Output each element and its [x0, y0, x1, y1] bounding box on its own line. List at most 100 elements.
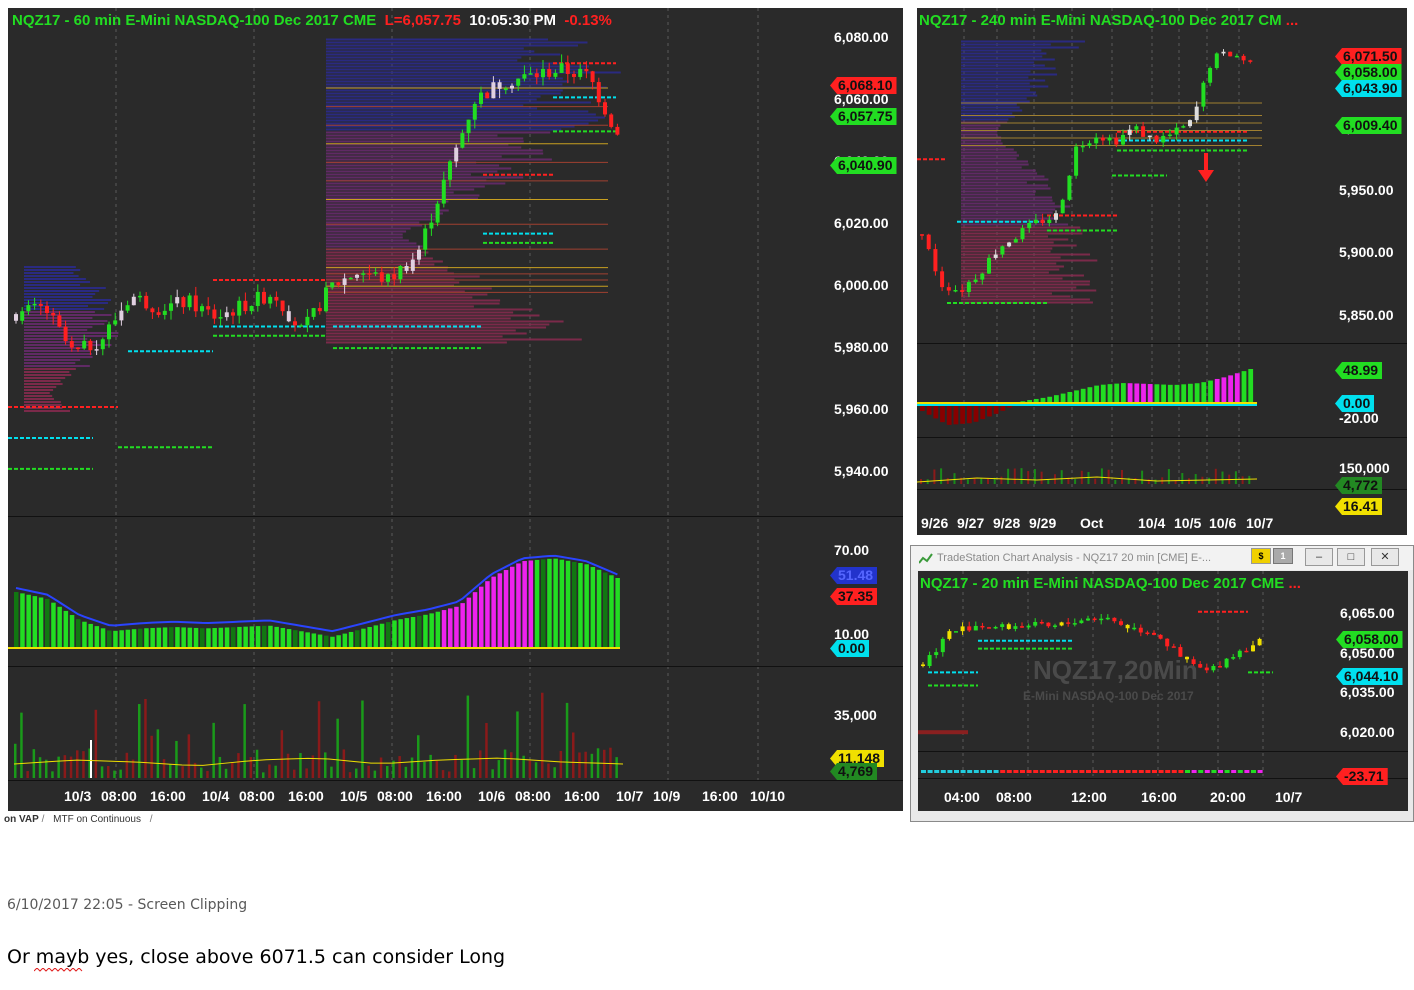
profile-bar — [961, 52, 1047, 55]
candle-body — [559, 63, 564, 73]
candle-body — [1053, 625, 1057, 627]
profile-bar — [961, 73, 1058, 76]
volume-bar — [1047, 479, 1050, 484]
oscillator-bar — [200, 628, 205, 648]
oscillator-bar — [150, 627, 155, 648]
profile-bar — [961, 133, 998, 136]
profile-bar — [326, 152, 544, 155]
profile-bar — [326, 269, 448, 272]
oscillator-bar — [1072, 770, 1078, 773]
profile-bar — [961, 214, 1043, 217]
price-tag: 4,769 — [830, 763, 878, 780]
oscillator-bar — [330, 636, 335, 648]
time-axis-label: Oct — [1080, 515, 1104, 531]
candle-body — [280, 300, 285, 312]
volume-bar — [218, 756, 222, 778]
oscillator-bar — [1086, 770, 1091, 773]
time-axis-label: 9/29 — [1029, 515, 1057, 531]
chart-240min-panel[interactable]: NQZ17 - 240 min E-Mini NASDAQ-100 Dec 20… — [917, 8, 1407, 535]
oscillator-bar — [231, 627, 236, 648]
volume-bar — [94, 709, 98, 778]
candle-body — [373, 272, 378, 274]
volume-bar — [1060, 470, 1063, 484]
pane-divider[interactable] — [8, 516, 903, 517]
candle-body — [181, 297, 186, 308]
price-axis-label: 5,900.00 — [1339, 244, 1394, 260]
volume-bar — [373, 770, 377, 778]
profile-bar — [961, 88, 1030, 91]
profile-bar — [326, 194, 480, 197]
close-button[interactable]: ✕ — [1371, 548, 1399, 566]
symbol-link-icon[interactable]: $ — [1251, 548, 1271, 564]
candle-body — [336, 282, 341, 285]
pane-divider[interactable] — [917, 437, 1407, 438]
volume-bar — [1234, 471, 1237, 484]
profile-bar — [326, 242, 417, 245]
candle-body — [51, 313, 56, 316]
interval-link-icon[interactable]: 1 — [1273, 548, 1293, 564]
profile-bar — [326, 188, 475, 191]
volume-bar — [379, 757, 383, 778]
candle-body — [967, 626, 972, 631]
candle-body — [1231, 657, 1236, 659]
volume-bar — [1040, 471, 1043, 484]
candle-body — [534, 73, 539, 78]
candle-body — [1020, 626, 1024, 628]
oscillator-bar — [361, 628, 366, 648]
candle-body — [491, 82, 496, 99]
profile-bar — [326, 239, 409, 242]
time-axis-label: 04:00 — [944, 789, 980, 805]
volume-bar — [460, 759, 463, 778]
profile-bar — [961, 112, 1013, 115]
time-axis-label: 16:00 — [1141, 789, 1177, 805]
profile-bar — [24, 302, 108, 304]
volume-bar — [1087, 472, 1090, 484]
profile-bar — [961, 148, 1014, 151]
tab-vap[interactable]: on VAP — [4, 814, 39, 825]
profile-bar — [961, 283, 1090, 286]
price-tag: 6,058.00 — [1335, 64, 1402, 81]
price-tag: 6,057.75 — [830, 108, 897, 125]
candle-body — [1211, 666, 1216, 671]
volume-bar — [119, 769, 122, 778]
minimize-button[interactable]: – — [1305, 548, 1333, 566]
volume-bar — [156, 729, 160, 778]
candle-body — [1047, 219, 1052, 223]
oscillator-bar — [1214, 378, 1220, 403]
candle-body — [355, 274, 359, 278]
chart-20min-panel[interactable]: NQZ17,20Min E-Mini NASDAQ-100 Dec 2017 N… — [918, 571, 1408, 811]
chart-60min-panel[interactable]: NQZ17 - 60 min E-Mini NASDAQ-100 Dec 201… — [8, 8, 903, 811]
oscillator-bar — [503, 570, 509, 648]
profile-bar — [326, 221, 420, 224]
profile-bar — [961, 142, 1003, 145]
time-axis-label: 12:00 — [1071, 789, 1107, 805]
oscillator-bar — [32, 596, 38, 648]
pane-divider[interactable] — [8, 666, 903, 667]
profile-bar — [326, 275, 480, 278]
oscillator-bar — [63, 610, 69, 648]
volume-bar — [1188, 478, 1190, 484]
osc-axis-label: 70.00 — [834, 542, 870, 558]
profile-bar — [961, 106, 1020, 109]
chart-20min-window[interactable]: TradeStation Chart Analysis - NQZ17 20 m… — [910, 545, 1414, 822]
oscillator-bar — [224, 627, 230, 648]
profile-bar — [326, 317, 511, 320]
profile-bar — [326, 107, 538, 110]
oscillator-bar — [1208, 380, 1213, 403]
oscillator-bar — [1241, 371, 1247, 403]
profile-bar — [961, 118, 1009, 121]
candle-body — [1171, 646, 1176, 648]
profile-bar — [24, 401, 61, 403]
pane-divider[interactable] — [917, 343, 1407, 344]
tab-mtf[interactable]: MTF on Continuous — [47, 814, 147, 825]
maximize-button[interactable]: □ — [1337, 548, 1365, 566]
window-titlebar[interactable]: TradeStation Chart Analysis - NQZ17 20 m… — [911, 546, 1413, 570]
candle-body — [342, 278, 347, 285]
candle-body — [1138, 627, 1143, 633]
pane-divider[interactable] — [918, 751, 1408, 752]
profile-bar — [326, 38, 548, 41]
candle-body — [218, 317, 223, 319]
volume-bar — [503, 749, 507, 778]
volume-bar — [355, 768, 358, 778]
volume-bar — [479, 750, 482, 778]
